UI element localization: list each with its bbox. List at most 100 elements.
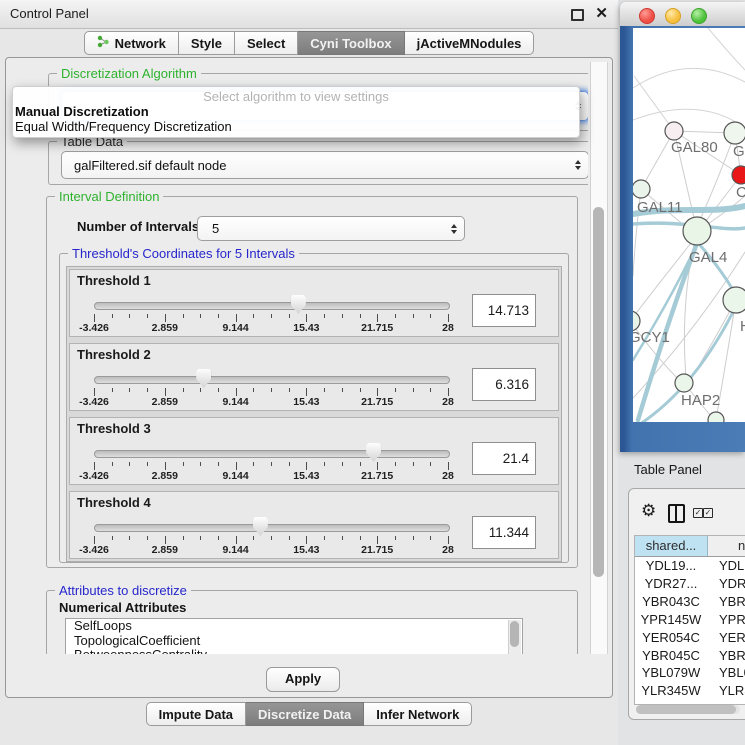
tab-select[interactable]: Select [235, 31, 298, 55]
tick-mark [253, 388, 254, 392]
float-window-icon[interactable] [571, 9, 584, 21]
numerical-attributes-list[interactable]: SelfLoopsTopologicalCoefficientBetweenne… [65, 618, 523, 654]
panel-scrollbar[interactable] [590, 62, 608, 654]
control-panel-titlebar: Control Panel ✕ [0, 0, 618, 29]
cell-name: YBR0 [707, 593, 745, 611]
network-node-c[interactable] [732, 166, 745, 184]
table-row[interactable]: YLR345WYLR3 [635, 682, 745, 700]
tick-mark [324, 314, 325, 318]
tick-mark [253, 536, 254, 540]
tab-label: Cyni Toolbox [310, 33, 391, 54]
tick-mark [112, 388, 113, 392]
table-row[interactable]: YPR145WYPR1 [635, 611, 745, 629]
tab-network[interactable]: Network [84, 31, 179, 55]
column-header-name[interactable]: n [708, 536, 745, 556]
network-node-gcy1[interactable] [633, 311, 640, 331]
tab-label: jActiveMNodules [417, 33, 522, 54]
tab-jactivemnodules[interactable]: jActiveMNodules [405, 31, 535, 55]
tab-style[interactable]: Style [179, 31, 235, 55]
tick-label: 9.144 [213, 322, 259, 334]
close-traffic-light[interactable] [639, 8, 655, 24]
popup-item-equal-width-frequency[interactable]: Equal Width/Frequency Discretization [13, 119, 579, 134]
tick-mark [413, 314, 414, 318]
tick-mark [165, 314, 166, 322]
tick-mark [200, 388, 201, 392]
minimize-traffic-light[interactable] [665, 8, 681, 24]
threshold-value-field[interactable]: 11.344 [472, 516, 536, 549]
tick-mark [360, 536, 361, 540]
table-row[interactable]: YBR043CYBR0 [635, 593, 745, 611]
table-data-combobox[interactable]: galFiltered.sif default node [61, 151, 588, 179]
threshold-value-field[interactable]: 14.713 [472, 294, 536, 327]
checkbox-icon[interactable]: ✓ [693, 508, 703, 518]
cell-shared-name: YDL19... [635, 557, 707, 575]
network-node-label: C [736, 184, 745, 201]
slider-track[interactable] [94, 376, 450, 384]
table-row[interactable]: YIL052CYIL0 [635, 700, 745, 704]
tab-cyni-toolbox[interactable]: Cyni Toolbox [298, 31, 404, 55]
tick-mark [377, 536, 378, 544]
table-row[interactable]: YER054CYER0 [635, 629, 745, 647]
attributes-group: Attributes to discretize Numerical Attri… [46, 590, 578, 654]
network-icon [97, 33, 110, 54]
slider-track[interactable] [94, 302, 450, 310]
threshold-value-field[interactable]: 21.4 [472, 442, 536, 475]
network-node-gal11[interactable] [633, 180, 650, 198]
network-node-hap2[interactable] [675, 374, 693, 392]
table-row[interactable]: YDL19...YDL1 [635, 557, 745, 575]
zoom-traffic-light[interactable] [691, 8, 707, 24]
close-icon[interactable]: ✕ [595, 0, 608, 27]
panel-scrollbar-thumb[interactable] [593, 207, 604, 577]
network-node[interactable] [708, 412, 724, 422]
list-scrollbar-thumb[interactable] [510, 621, 519, 647]
tick-label: 28 [425, 470, 471, 482]
tick-mark [342, 314, 343, 318]
tick-mark [271, 388, 272, 392]
attribute-item-selfloops[interactable]: SelfLoops [66, 619, 522, 634]
network-graph: GAL80GCGAL11GAL4GCY1HHAP2 [633, 28, 745, 422]
tick-mark [147, 536, 148, 540]
table-hscrollbar-thumb[interactable] [636, 705, 736, 714]
table-row[interactable]: YDR27...YDR2 [635, 575, 745, 593]
number-of-intervals-combobox[interactable]: 5 [197, 216, 465, 241]
popup-item-manual-discretization[interactable]: Manual Discretization [13, 104, 579, 119]
table-row[interactable]: YBL079WYBL0 [635, 664, 745, 682]
algorithm-popup-hint: Select algorithm to view settings [13, 89, 579, 104]
column-view-icon[interactable] [668, 504, 685, 523]
attribute-item-betweennesscentrality[interactable]: BetweennessCentrality [66, 648, 522, 654]
tick-label: 2.859 [142, 544, 188, 556]
bottom-tab-infer-network[interactable]: Infer Network [364, 702, 472, 726]
bottom-tab-impute-data[interactable]: Impute Data [146, 702, 246, 726]
table-row[interactable]: YBR045CYBR0 [635, 647, 745, 665]
table-hscrollbar[interactable] [636, 705, 740, 714]
column-header-shared-name[interactable]: shared... [635, 536, 708, 556]
tick-mark [430, 314, 431, 318]
slider-handle[interactable] [291, 295, 306, 314]
tick-mark [289, 462, 290, 466]
network-node-h[interactable] [723, 287, 745, 313]
tick-mark [448, 536, 449, 544]
network-canvas[interactable]: GAL80GCGAL11GAL4GCY1HHAP2 [633, 28, 745, 422]
network-node-g[interactable] [724, 122, 745, 144]
cell-name: YBR0 [707, 647, 745, 665]
tick-mark [430, 462, 431, 466]
gear-icon[interactable]: ⚙ [641, 502, 656, 519]
tick-mark [377, 314, 378, 322]
slider-handle[interactable] [196, 369, 211, 388]
slider-track[interactable] [94, 524, 450, 532]
settings-scroll-area: Discretization Algorithm Table Data galF… [12, 62, 588, 654]
list-scrollbar[interactable] [508, 620, 521, 654]
threshold-value-field[interactable]: 6.316 [472, 368, 536, 401]
attribute-item-topologicalcoefficient[interactable]: TopologicalCoefficient [66, 634, 522, 649]
slider-handle[interactable] [366, 443, 381, 462]
bottom-tab-discretize-data[interactable]: Discretize Data [246, 702, 364, 726]
bottom-tab-label: Discretize Data [258, 704, 351, 725]
network-node-gal80[interactable] [665, 122, 683, 140]
apply-button[interactable]: Apply [266, 667, 340, 692]
slider-track[interactable] [94, 450, 450, 458]
network-window-titlebar[interactable] [620, 2, 745, 27]
slider-handle[interactable] [253, 517, 268, 536]
threshold-row-3: Threshold 3-3.4262.8599.14415.4321.71528… [69, 417, 559, 485]
checkbox-icon[interactable]: ✓ [703, 508, 713, 518]
network-node-gal4[interactable] [683, 217, 711, 245]
